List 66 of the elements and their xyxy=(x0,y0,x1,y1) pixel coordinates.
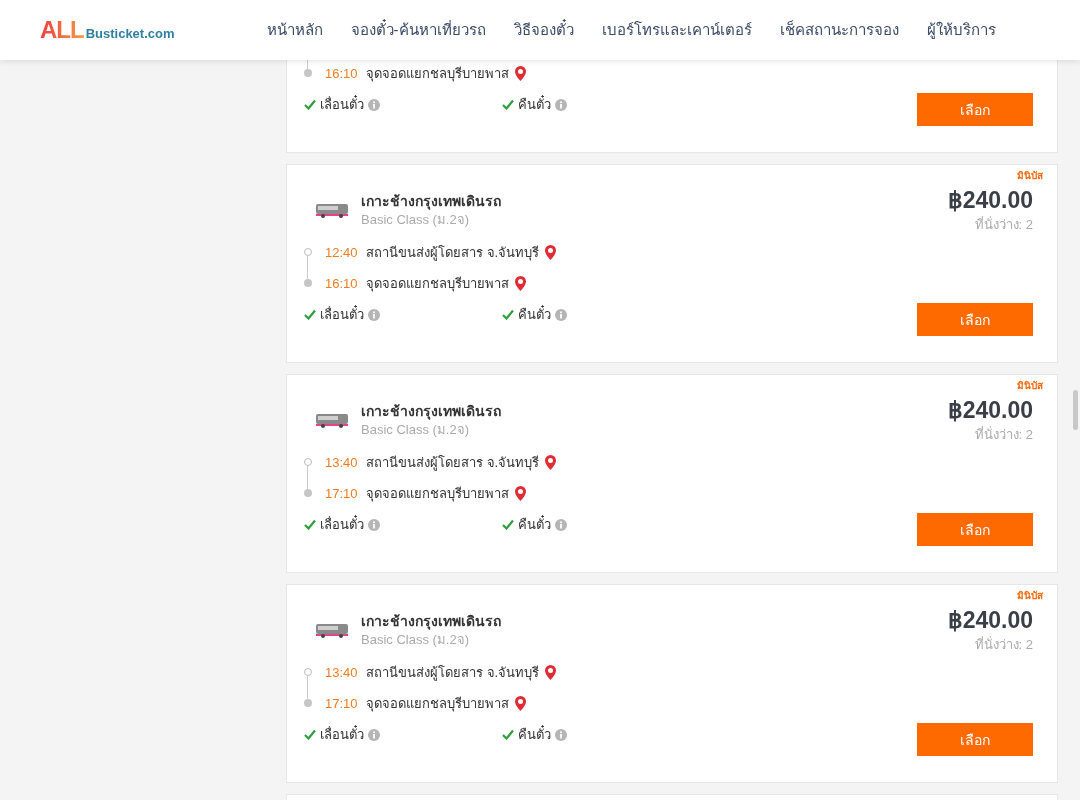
policy-label: คืนตั๋ว xyxy=(518,94,551,114)
stop-name: จุดจอดแยกชลบุรีบายพาส xyxy=(366,694,509,714)
bus-icon xyxy=(315,201,349,219)
stop-time: 13:40 xyxy=(325,454,359,470)
stop-time: 16:10 xyxy=(325,65,359,81)
operator-name: เกาะช้างกรุงเทพเดินรถ xyxy=(361,612,501,631)
nav-link[interactable]: เบอร์โทรและเคาน์เตอร์ xyxy=(601,18,752,42)
info-icon[interactable] xyxy=(368,308,380,321)
map-pin-icon[interactable] xyxy=(514,694,527,712)
stop-time: 17:10 xyxy=(325,485,359,501)
ticket-price: ฿240.00 xyxy=(947,187,1033,213)
stop-name: สถานีขนส่งผู้โดยสาร จ.จันทบุรี xyxy=(366,663,540,683)
stop-name: จุดจอดแยกชลบุรีบายพาส xyxy=(366,64,509,84)
policy-label: คืนตั๋ว xyxy=(518,304,551,324)
map-pin-icon[interactable] xyxy=(514,64,527,82)
stop-time: 17:10 xyxy=(325,695,359,711)
policy-label: เลื่อนตั๋ว xyxy=(320,724,364,744)
seats-available: ที่นั่งว่าง: 2 xyxy=(974,636,1033,654)
nav-link[interactable]: หน้าหลัก xyxy=(266,18,323,42)
vehicle-type-label: มินิบัส xyxy=(1017,591,1043,601)
stop-name: จุดจอดแยกชลบุรีบายพาส xyxy=(366,484,509,504)
stop-time: 13:40 xyxy=(325,664,359,680)
stop-name: สถานีขนส่งผู้โดยสาร จ.จันทบุรี xyxy=(366,453,540,473)
timeline-dot xyxy=(304,248,312,256)
info-icon[interactable] xyxy=(368,728,380,741)
policy-label: เลื่อนตั๋ว xyxy=(320,514,364,534)
policy-label: คืนตั๋ว xyxy=(518,724,551,744)
policy-label: เลื่อนตั๋ว xyxy=(320,304,364,324)
seats-available: ที่นั่งว่าง: 2 xyxy=(974,426,1033,444)
info-icon[interactable] xyxy=(555,728,567,741)
info-icon[interactable] xyxy=(555,518,567,531)
map-pin-icon[interactable] xyxy=(514,484,527,502)
nav-link[interactable]: จองตั๋ว-ค้นหาเที่ยวรถ xyxy=(350,18,486,42)
scrollbar-thumb[interactable] xyxy=(1073,390,1078,430)
stop-name: สถานีขนส่งผู้โดยสาร จ.จันทบุรี xyxy=(366,243,540,263)
timeline-dot xyxy=(304,668,312,676)
ticket-price: ฿240.00 xyxy=(947,397,1033,423)
info-icon[interactable] xyxy=(368,98,380,111)
timeline-dot xyxy=(304,458,312,466)
seat-class: Basic Class (ม.2จ) xyxy=(361,211,471,229)
ticket-price: ฿240.00 xyxy=(947,607,1033,633)
nav-link[interactable]: เช็คสถานะการจอง xyxy=(779,18,899,42)
map-pin-icon[interactable] xyxy=(514,274,527,292)
policy-label: คืนตั๋ว xyxy=(518,514,551,534)
operator-name: เกาะช้างกรุงเทพเดินรถ xyxy=(361,192,501,211)
policy-label: เลื่อนตั๋ว xyxy=(320,94,364,114)
map-pin-icon[interactable] xyxy=(544,243,558,261)
site-logo[interactable]: ALLBusticket.com xyxy=(40,16,175,44)
stop-name: จุดจอดแยกชลบุรีบายพาส xyxy=(366,274,509,294)
stop-time: 16:10 xyxy=(325,275,359,291)
operator-name: เกาะช้างกรุงเทพเดินรถ xyxy=(361,402,501,421)
vehicle-type-label: มินิบัส xyxy=(1017,171,1043,181)
vehicle-type-label: มินิบัส xyxy=(1017,381,1043,391)
info-icon[interactable] xyxy=(555,308,567,321)
info-icon[interactable] xyxy=(368,518,380,531)
nav-link[interactable]: วิธีจองตั๋ว xyxy=(513,18,574,42)
stop-time: 12:40 xyxy=(325,244,359,260)
seat-class: Basic Class (ม.2จ) xyxy=(361,631,471,649)
map-pin-icon[interactable] xyxy=(544,453,558,471)
map-pin-icon[interactable] xyxy=(544,663,558,681)
seat-class: Basic Class (ม.2จ) xyxy=(361,421,471,439)
nav-link[interactable]: ผู้ให้บริการ xyxy=(926,18,996,42)
bus-icon xyxy=(315,411,349,429)
seats-available: ที่นั่งว่าง: 2 xyxy=(974,216,1033,234)
bus-icon xyxy=(315,621,349,639)
info-icon[interactable] xyxy=(555,98,567,111)
